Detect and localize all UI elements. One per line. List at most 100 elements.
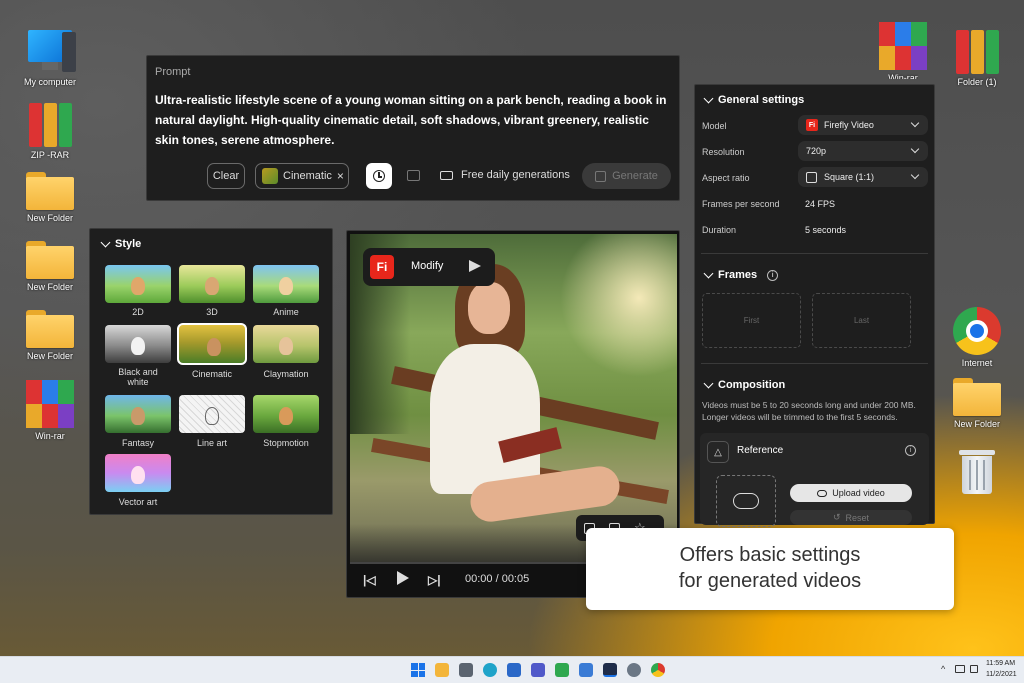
upload-label: Upload video [832,488,885,498]
aspect-ratio-select[interactable]: Square (1:1) [798,167,928,187]
fps-label: Frames per second [702,199,780,209]
frames-header[interactable]: Frames i [703,268,779,281]
chrome-taskbar-icon[interactable] [651,663,665,677]
style-label-anime: Anime [273,307,299,317]
style-label-2d: 2D [132,307,144,317]
maps-icon[interactable] [555,663,569,677]
desktop-icon-label: ZIP -RAR [30,150,70,160]
style-panel: Style 2D 3D Anime Black and white Cinema… [89,228,333,515]
video-dropzone[interactable] [716,475,776,527]
aspect-ratio-label: Aspect ratio [702,173,750,183]
model-label: Model [702,121,727,131]
desktop-icon-new-folder-2[interactable]: New Folder [13,241,87,292]
teams-icon[interactable] [531,663,545,677]
style-chip-cinematic[interactable]: Cinematic × [255,163,349,189]
desktop-icon-zip-rar[interactable]: ZIP -RAR [13,101,87,160]
caption-line-1: Offers basic settings [679,544,861,566]
desktop-icon-win-rar[interactable]: Win-rar [13,380,87,441]
prompt-label: Prompt [155,66,191,78]
first-frame-dropzone[interactable]: First [702,293,801,348]
video-toolbar: Fi Modify [363,248,495,286]
clock-date[interactable]: 11/2/2021 [986,671,1017,678]
computer-icon [22,28,78,74]
reset-icon: ↺ [832,512,841,522]
modify-button[interactable]: Modify [411,260,443,272]
divider [701,253,928,254]
style-tile-stopmotion[interactable] [253,395,319,433]
woman-shirt [430,344,540,494]
desktop-icon-recycle-bin[interactable] [940,448,1014,497]
style-tile-anime[interactable] [253,265,319,303]
clock-time[interactable]: 11:59 AM [986,660,1015,667]
composition-note: Videos must be 5 to 20 seconds long and … [702,400,916,422]
desktop-icon-new-folder-3[interactable]: New Folder [13,310,87,361]
photos-icon[interactable] [579,663,593,677]
skip-forward-icon[interactable]: ▷| [428,573,441,587]
volume-icon[interactable] [970,665,978,673]
desktop-icon-new-folder-right[interactable]: New Folder [940,378,1014,429]
style-tile-claymation[interactable] [253,325,319,363]
windows-start-icon[interactable] [411,663,425,677]
clear-button[interactable]: Clear [207,163,245,189]
desktop-icon-folder-1[interactable]: Folder (1) [940,28,1014,87]
binders-icon [955,28,999,74]
style-tile-fantasy[interactable] [105,395,171,433]
style-label-claymation: Claymation [263,369,309,379]
desktop-icon-internet[interactable]: Internet [940,307,1014,368]
camera-icon[interactable] [459,663,473,677]
store-icon[interactable] [507,663,521,677]
info-icon[interactable]: i [767,269,779,281]
send-icon[interactable] [469,260,481,272]
chevron-down-icon [910,170,920,180]
last-frame-dropzone[interactable]: Last [812,293,911,348]
style-label-fantasy: Fantasy [121,438,154,448]
image-reference-icon[interactable] [407,170,420,181]
play-icon[interactable] [397,571,409,585]
chevron-down-icon [703,268,714,278]
duration-label: Duration [702,225,737,235]
generate-button[interactable]: Generate [582,163,671,189]
model-select[interactable]: Fi Firefly Video [798,115,928,135]
style-label-stopmotion: Stopmotion [263,438,309,448]
upload-video-button[interactable]: Upload video [790,484,912,502]
free-generations-text: Free daily generations [461,169,570,181]
network-icon[interactable] [955,665,965,673]
style-tile-black-and-white[interactable] [105,325,171,363]
style-tile-cinematic[interactable] [177,323,247,365]
chevron-down-icon [100,237,111,247]
style-tile-line-art[interactable] [179,395,245,433]
reference-icon: △ [707,441,729,463]
prompt-textarea[interactable]: Ultra-realistic lifestyle scene of a you… [155,90,675,150]
tray-chevron-icon[interactable]: ^ [941,664,945,674]
general-settings-header[interactable]: General settings [703,93,804,106]
resolution-select[interactable]: 720p [798,141,928,161]
style-tile-3d[interactable] [179,265,245,303]
composition-title: Composition [718,379,786,391]
active-app-icon[interactable] [603,663,617,677]
desktop-icon-label: New Folder [26,351,73,361]
style-section-header[interactable]: Style [100,237,141,250]
style-tile-2d[interactable] [105,265,171,303]
close-icon[interactable]: × [337,169,344,183]
reference-card: △ Reference i Upload video ↺ Reset [700,433,929,527]
chevron-down-icon [703,378,714,388]
divider [701,363,928,364]
desktop-icon-my-computer[interactable]: My computer [13,28,87,87]
file-explorer-icon[interactable] [435,663,449,677]
desktop-icon-new-folder-1[interactable]: New Folder [13,172,87,223]
last-frame-label: Last [853,316,870,325]
style-tile-vector-art[interactable] [105,454,171,492]
chrome-icon [953,307,1001,355]
history-button[interactable] [366,163,392,189]
upload-icon [817,489,828,497]
info-icon[interactable]: i [905,445,916,456]
settings-gear-icon[interactable] [627,663,641,677]
desktop-icon-win-rar-right[interactable]: Win-rar [866,22,940,79]
desktop-icon-label: Win-rar [888,73,918,79]
composition-header[interactable]: Composition [703,378,786,391]
prompt-panel: Prompt Ultra-realistic lifestyle scene o… [146,55,680,201]
reset-button[interactable]: ↺ Reset [790,510,912,525]
edge-icon[interactable] [483,663,497,677]
skip-back-icon[interactable]: |◁ [363,573,376,587]
duration-value: 5 seconds [805,225,847,235]
